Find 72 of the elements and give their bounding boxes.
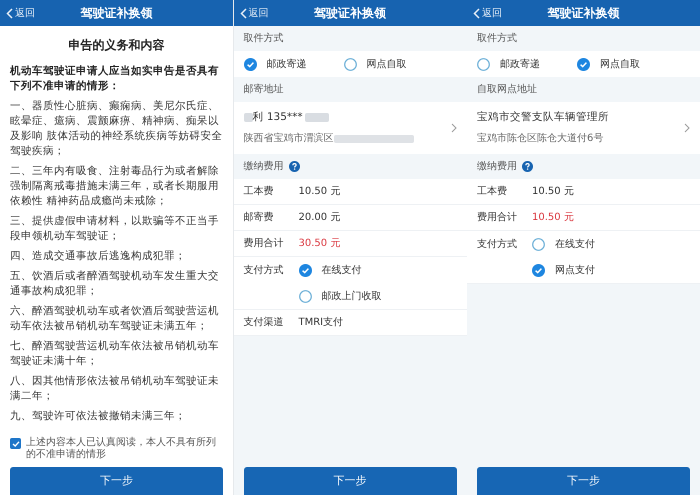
section-label: 自取网点地址 <box>477 82 537 97</box>
field-label: 费用合计 <box>477 210 518 225</box>
chevron-left-icon <box>6 8 13 18</box>
field-label: 支付渠道 <box>244 316 284 330</box>
help-icon[interactable] <box>288 161 300 172</box>
option-label: 邮政上门收取 <box>322 290 382 304</box>
recipient-text: 利 135*** <box>252 110 303 125</box>
section-label: 缴纳费用 <box>244 160 284 174</box>
field-value: 30.50 元 <box>298 237 340 251</box>
radio-circle-icon[interactable] <box>298 290 312 302</box>
section-label: 缴纳费用 <box>477 160 517 174</box>
blurred-text <box>244 113 252 122</box>
option-label: 在线支付 <box>322 264 362 278</box>
field-value: 10.50 元 <box>532 185 574 199</box>
chevron-left-icon <box>473 8 480 18</box>
radio-circle-icon[interactable] <box>344 58 356 70</box>
field-label: 工本费 <box>477 184 508 199</box>
checkbox[interactable] <box>10 438 21 449</box>
field-label: 支付方式 <box>477 238 518 252</box>
page-title: 驾驶证补换领 <box>548 5 620 22</box>
next-step-button[interactable]: 下一步 <box>10 467 223 495</box>
section-label: 取件方式 <box>244 32 284 46</box>
help-icon[interactable] <box>522 161 533 172</box>
radio-circle-icon[interactable] <box>477 58 490 70</box>
checked-radio-icon[interactable] <box>577 58 590 70</box>
field-label: 邮寄费 <box>244 210 274 225</box>
blurred-text <box>304 113 329 122</box>
condition-text: 八、因其他情形依法被吊销机动车驾驶证未满二年； <box>10 374 220 404</box>
next-step-button[interactable]: 下一步 <box>244 467 456 495</box>
option-label: 网点支付 <box>555 264 595 278</box>
condition-text: 五、饮酒后或者醉酒驾驶机动车发生重大交通事故构成犯罪； <box>10 269 220 299</box>
next-step-button[interactable]: 下一步 <box>477 467 690 495</box>
back-button[interactable]: 返回 <box>234 6 268 20</box>
page-title: 驾驶证补换领 <box>314 5 386 22</box>
chevron-right-icon[interactable] <box>450 123 456 133</box>
declaration-heading: 申告的义务和内容 <box>68 38 166 53</box>
section-label: 取件方式 <box>477 32 517 46</box>
address-text: 陕西省宝鸡市渭滨区 <box>244 132 334 146</box>
intro-text: 机动车驾驶证申请人应当如实申告是否具有下列不准申请的情形： <box>10 64 220 94</box>
section-label: 邮寄地址 <box>244 82 284 97</box>
checked-radio-icon[interactable] <box>298 264 312 276</box>
field-value: 20.00 元 <box>298 211 340 225</box>
field-value: TMRI支付 <box>298 316 344 330</box>
field-value: 10.50 元 <box>298 185 340 199</box>
condition-text: 七、醉酒驾驶营运机动车依法被吊销机动车驾驶证未满十年； <box>10 339 220 369</box>
field-label: 支付方式 <box>244 264 284 278</box>
condition-text: 四、造成交通事故后逃逸构成犯罪； <box>10 249 187 264</box>
checked-radio-icon[interactable] <box>532 264 545 276</box>
radio-circle-icon[interactable] <box>532 238 545 250</box>
chevron-left-icon <box>240 8 246 18</box>
option-label: 在线支付 <box>555 238 595 252</box>
field-label: 费用合计 <box>244 236 284 251</box>
page-title: 驾驶证补换领 <box>80 5 152 22</box>
condition-text: 六、醉酒驾驶机动车或者饮酒后驾驶营运机动车依法被吊销机动车驾驶证未满五年； <box>10 304 220 334</box>
back-button[interactable]: 返回 <box>467 6 502 20</box>
checked-radio-icon[interactable] <box>244 58 256 70</box>
condition-text: 一、器质性心脏病、癫痫病、美尼尔氏症、眩晕症、癔病、震颤麻痹、精神病、痴呆以及影响 肢体活动的神经系统疾病等妨碍安全驾驶疾病； <box>10 99 223 159</box>
condition-text: 三、提供虚假申请材料，以欺骗等不正当手段申领机动车驾驶证； <box>10 214 220 244</box>
back-button[interactable]: 返回 <box>0 6 35 20</box>
chevron-right-icon[interactable] <box>684 123 690 133</box>
option-label: 网点自取 <box>366 58 406 72</box>
field-value: 10.50 元 <box>532 211 574 225</box>
condition-text: 九、驾驶许可依法被撤销未满三年； <box>10 409 187 424</box>
field-label: 工本费 <box>244 184 274 199</box>
recipient-text: 宝鸡市交警支队车辆管理所 <box>477 110 609 125</box>
agreement-text: 上述内容本人已认真阅读，本人不具有所列的不准申请的情形 <box>26 437 217 461</box>
option-label: 网点自取 <box>600 58 640 72</box>
option-label: 邮政寄递 <box>266 58 306 72</box>
condition-text: 二、三年内有吸食、注射毒品行为或者解除强制隔离戒毒措施未满三年，或者长期服用依赖性 精神药品成瘾尚未戒除； <box>10 164 220 209</box>
option-label: 邮政寄递 <box>500 58 540 72</box>
address-text: 宝鸡市陈仓区陈仓大道付6号 <box>477 132 604 146</box>
checkmark-icon <box>12 440 20 448</box>
